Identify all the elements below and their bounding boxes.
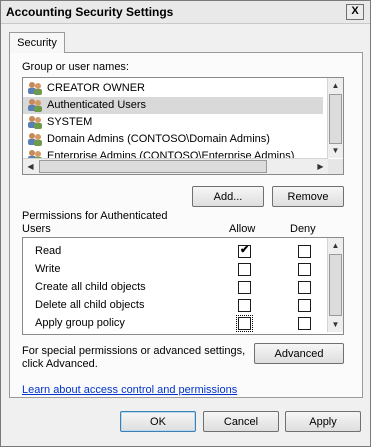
users-icon xyxy=(27,98,43,115)
permission-name: Create all child objects xyxy=(35,281,146,293)
groups-label-text: Group or user names: xyxy=(22,61,129,73)
permissions-label-line2: Users xyxy=(22,223,51,235)
scroll-down-icon[interactable]: ▼ xyxy=(328,143,343,158)
allow-checkbox[interactable] xyxy=(238,281,251,294)
window-title: Accounting Security Settings xyxy=(6,5,174,19)
list-item[interactable]: Domain Admins (CONTOSO\Domain Admins) xyxy=(23,131,323,148)
title-bar: Accounting Security Settings X xyxy=(1,1,370,24)
scroll-right-icon[interactable]: ▶ xyxy=(313,159,328,174)
remove-button[interactable]: Remove xyxy=(272,186,344,207)
group-user-list[interactable]: CREATOR OWNER Authenticated Users SYSTEM… xyxy=(22,77,344,175)
list-item-label: Authenticated Users xyxy=(47,99,147,111)
permission-row: Create all child objects xyxy=(23,278,325,296)
scroll-thumb[interactable] xyxy=(329,94,342,144)
remove-button-label: Remove xyxy=(287,191,329,203)
tab-security[interactable]: Security xyxy=(9,32,65,53)
scroll-down-icon[interactable]: ▼ xyxy=(328,317,343,332)
scroll-up-icon[interactable]: ▲ xyxy=(328,238,343,253)
advanced-button-label: Advanced xyxy=(274,348,324,360)
close-button[interactable]: X xyxy=(346,4,364,20)
list-item-label: SYSTEM xyxy=(47,116,93,128)
permission-row: Read ✔ xyxy=(23,242,325,260)
add-button-label: Add... xyxy=(213,191,243,203)
add-button[interactable]: Add... xyxy=(192,186,264,207)
list-item[interactable]: CREATOR OWNER xyxy=(23,80,323,97)
ok-button[interactable]: OK xyxy=(120,411,196,432)
deny-checkbox[interactable] xyxy=(298,263,311,276)
permission-row: Write xyxy=(23,260,325,278)
allow-checkbox[interactable] xyxy=(238,263,251,276)
special-permissions-text-line1: For special permissions or advanced sett… xyxy=(22,345,246,357)
list-item-label: Domain Admins (CONTOSO\Domain Admins) xyxy=(47,133,270,145)
permission-name: Delete all child objects xyxy=(35,299,145,311)
permission-name: Write xyxy=(35,263,61,275)
cancel-button[interactable]: Cancel xyxy=(203,411,279,432)
help-link[interactable]: Learn about access control and permissio… xyxy=(22,384,237,396)
deny-column-header: Deny xyxy=(290,223,316,235)
permission-name: Apply group policy xyxy=(35,317,125,329)
scroll-thumb[interactable] xyxy=(39,160,267,173)
apply-button[interactable]: Apply xyxy=(285,411,361,432)
allow-column-header: Allow xyxy=(229,223,256,235)
deny-checkbox[interactable] xyxy=(298,299,311,312)
scroll-up-icon[interactable]: ▲ xyxy=(328,78,343,93)
cancel-button-label: Cancel xyxy=(223,416,259,428)
security-dialog: Accounting Security Settings X Security … xyxy=(0,0,371,447)
allow-checkbox[interactable] xyxy=(238,299,251,312)
allow-checkbox[interactable] xyxy=(236,315,253,332)
users-icon xyxy=(27,115,43,132)
deny-checkbox[interactable] xyxy=(298,281,311,294)
groups-label: Group or user names: xyxy=(22,61,129,73)
permission-row: Delete all child objects xyxy=(23,296,325,314)
check-icon: ✔ xyxy=(240,244,250,256)
list-horizontal-scrollbar[interactable]: ◀ ▶ xyxy=(23,158,328,174)
security-tab-panel: Group or user names: CREATOR OWNER Authe… xyxy=(9,52,363,398)
users-icon xyxy=(27,132,43,149)
permission-name: Read xyxy=(35,245,62,257)
apply-button-label: Apply xyxy=(309,416,337,428)
permissions-label-line1: Permissions for Authenticated xyxy=(22,210,168,222)
list-item-label: CREATOR OWNER xyxy=(47,82,145,94)
list-vertical-scrollbar[interactable]: ▲ ▼ xyxy=(327,78,343,158)
permissions-scrollbar[interactable]: ▲ ▼ xyxy=(327,238,343,332)
scroll-thumb[interactable] xyxy=(329,254,342,316)
scroll-left-icon[interactable]: ◀ xyxy=(23,159,38,174)
deny-checkbox[interactable] xyxy=(298,317,311,330)
permissions-list[interactable]: Read ✔ Write Create all child objects De… xyxy=(22,237,344,335)
ok-button-label: OK xyxy=(150,416,166,428)
scroll-corner xyxy=(328,159,343,174)
advanced-button[interactable]: Advanced xyxy=(254,343,344,364)
allow-checkbox[interactable]: ✔ xyxy=(238,244,251,258)
permission-row: Apply group policy xyxy=(23,314,325,332)
special-permissions-text-line2: click Advanced. xyxy=(22,358,98,370)
users-icon xyxy=(27,81,43,98)
list-item[interactable]: SYSTEM xyxy=(23,114,323,131)
deny-checkbox[interactable] xyxy=(298,245,311,258)
list-item[interactable]: Authenticated Users xyxy=(23,97,323,114)
